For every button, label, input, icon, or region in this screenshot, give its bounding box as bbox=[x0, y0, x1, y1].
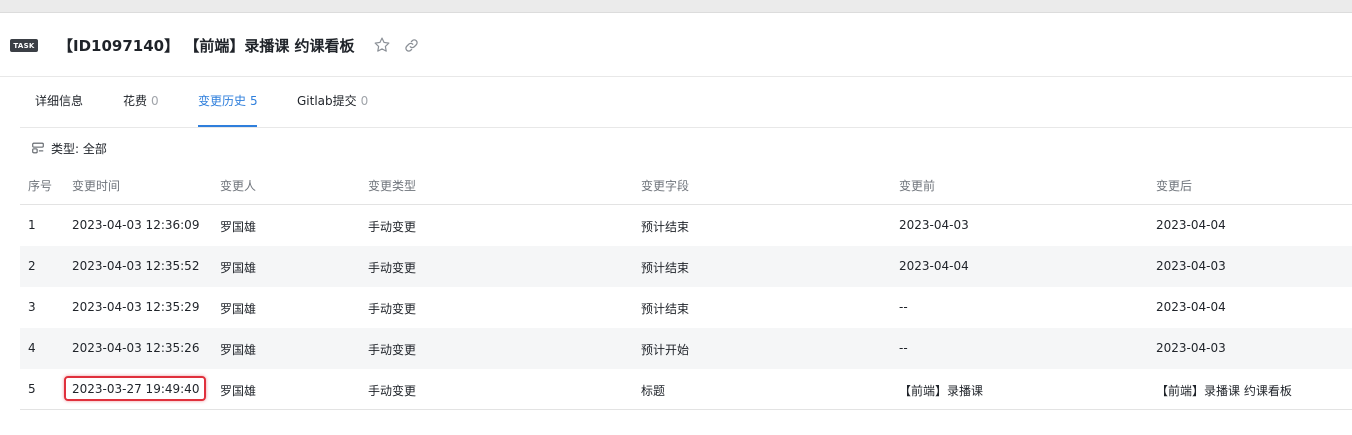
header-before: 变更前 bbox=[899, 179, 936, 193]
header-change-time: 变更时间 bbox=[72, 179, 121, 193]
table-row: 4 2023-04-03 12:35:26 罗国雄 手动变更 预计开始 -- 2… bbox=[20, 328, 1352, 369]
cell-change-time: 2023-04-03 12:35:52 bbox=[72, 259, 200, 273]
table-row: 2 2023-04-03 12:35:52 罗国雄 手动变更 预计结束 2023… bbox=[20, 246, 1352, 287]
cell-change-type: 手动变更 bbox=[368, 302, 417, 316]
cell-after: 2023-04-03 bbox=[1156, 341, 1226, 355]
change-history-table: 序号 变更时间 变更人 变更类型 变更字段 变更前 变更后 1 2023-04-… bbox=[20, 165, 1352, 410]
tab-gitlab-commits-label: Gitlab提交 bbox=[297, 94, 357, 108]
header-change-field: 变更字段 bbox=[641, 179, 690, 193]
cell-index: 2 bbox=[28, 259, 36, 273]
cell-change-field: 预计开始 bbox=[641, 343, 690, 357]
tab-details[interactable]: 详细信息 bbox=[35, 78, 83, 128]
table-row: 3 2023-04-03 12:35:29 罗国雄 手动变更 预计结束 -- 2… bbox=[20, 287, 1352, 328]
filter-icon bbox=[32, 142, 44, 154]
cell-before: -- bbox=[899, 300, 908, 314]
cell-change-type: 手动变更 bbox=[368, 343, 417, 357]
task-title: 【ID1097140】 【前端】录播课 约课看板 bbox=[58, 37, 355, 55]
tab-change-history-label: 变更历史 bbox=[198, 94, 247, 108]
table-header: 序号 变更时间 变更人 变更类型 变更字段 变更前 变更后 bbox=[20, 165, 1352, 205]
cell-after: 2023-04-03 bbox=[1156, 259, 1226, 273]
cell-change-time: 2023-03-27 19:49:40 bbox=[72, 382, 200, 396]
type-filter-label: 类型: 全部 bbox=[51, 141, 107, 156]
active-tab-indicator bbox=[198, 125, 257, 127]
window-top-bar bbox=[0, 0, 1352, 13]
cell-changer: 罗国雄 bbox=[220, 343, 257, 357]
tab-change-history-count: 5 bbox=[250, 94, 258, 108]
link-icon[interactable] bbox=[404, 38, 419, 53]
cell-changer: 罗国雄 bbox=[220, 384, 257, 398]
cell-before: 【前端】录播课 bbox=[899, 384, 984, 398]
tab-cost-count: 0 bbox=[151, 94, 159, 108]
tab-details-label: 详细信息 bbox=[35, 94, 84, 108]
tab-change-history[interactable]: 变更历史 5 bbox=[198, 78, 258, 128]
cell-change-field: 预计结束 bbox=[641, 220, 690, 234]
task-type-badge: TASK bbox=[10, 39, 38, 52]
cell-before: -- bbox=[899, 341, 908, 355]
cell-change-type: 手动变更 bbox=[368, 220, 417, 234]
tab-bar: 详细信息 花费 0 变更历史 5 Gitlab提交 0 bbox=[20, 78, 1352, 128]
header-change-type: 变更类型 bbox=[368, 179, 417, 193]
header-index: 序号 bbox=[28, 179, 53, 193]
header-changer: 变更人 bbox=[220, 179, 257, 193]
type-filter[interactable]: 类型: 全部 bbox=[31, 140, 107, 156]
cell-before: 2023-04-04 bbox=[899, 259, 969, 273]
cell-change-type: 手动变更 bbox=[368, 261, 417, 275]
tab-gitlab-commits[interactable]: Gitlab提交 0 bbox=[297, 78, 368, 128]
tab-cost-label: 花费 bbox=[123, 94, 148, 108]
tab-gitlab-commits-count: 0 bbox=[360, 94, 369, 108]
cell-after: 【前端】录播课 约课看板 bbox=[1156, 384, 1292, 398]
cell-before: 2023-04-03 bbox=[899, 218, 969, 232]
header-after: 变更后 bbox=[1156, 179, 1193, 193]
star-icon[interactable] bbox=[373, 36, 391, 54]
cell-index: 5 bbox=[28, 382, 36, 396]
tab-cost[interactable]: 花费 0 bbox=[123, 78, 159, 128]
cell-index: 1 bbox=[28, 218, 36, 232]
cell-change-field: 预计结束 bbox=[641, 302, 690, 316]
table-row: 1 2023-04-03 12:36:09 罗国雄 手动变更 预计结束 2023… bbox=[20, 205, 1352, 246]
cell-changer: 罗国雄 bbox=[220, 261, 257, 275]
cell-changer: 罗国雄 bbox=[220, 220, 257, 234]
cell-after: 2023-04-04 bbox=[1156, 300, 1226, 314]
cell-changer: 罗国雄 bbox=[220, 302, 257, 316]
table-row: 5 2023-03-27 19:49:40 罗国雄 手动变更 标题 【前端】录播… bbox=[20, 369, 1352, 410]
task-header: TASK 【ID1097140】 【前端】录播课 约课看板 bbox=[0, 13, 1352, 77]
cell-after: 2023-04-04 bbox=[1156, 218, 1226, 232]
cell-change-type: 手动变更 bbox=[368, 384, 417, 398]
cell-change-field: 标题 bbox=[641, 384, 666, 398]
cell-index: 4 bbox=[28, 341, 36, 355]
cell-change-time: 2023-04-03 12:35:29 bbox=[72, 300, 200, 314]
cell-change-time: 2023-04-03 12:35:26 bbox=[72, 341, 200, 355]
cell-index: 3 bbox=[28, 300, 36, 314]
cell-change-time: 2023-04-03 12:36:09 bbox=[72, 218, 200, 232]
cell-change-field: 预计结束 bbox=[641, 261, 690, 275]
